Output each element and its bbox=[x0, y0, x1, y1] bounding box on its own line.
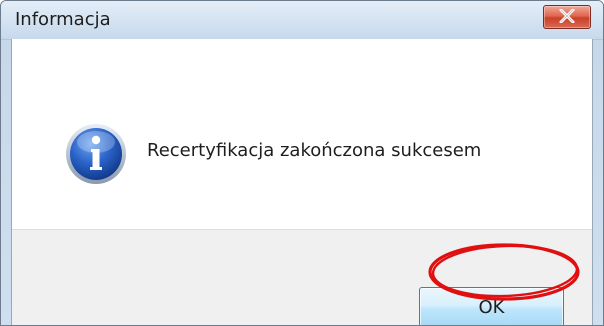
close-button[interactable] bbox=[543, 5, 591, 29]
close-icon bbox=[559, 9, 575, 23]
message-area: Recertyfikacja zakończona sukcesem bbox=[12, 39, 592, 229]
ok-button[interactable]: OK bbox=[419, 287, 564, 325]
dialog-window: Informacja Recertyfikacja zakończona suk… bbox=[0, 0, 604, 326]
button-panel: OK bbox=[12, 229, 592, 325]
dialog-title: Informacja bbox=[15, 9, 111, 30]
info-icon bbox=[66, 124, 126, 184]
dialog-body: Recertyfikacja zakończona sukcesem OK bbox=[11, 39, 593, 325]
message-text: Recertyfikacja zakończona sukcesem bbox=[147, 140, 482, 161]
title-bar[interactable]: Informacja bbox=[1, 1, 603, 40]
